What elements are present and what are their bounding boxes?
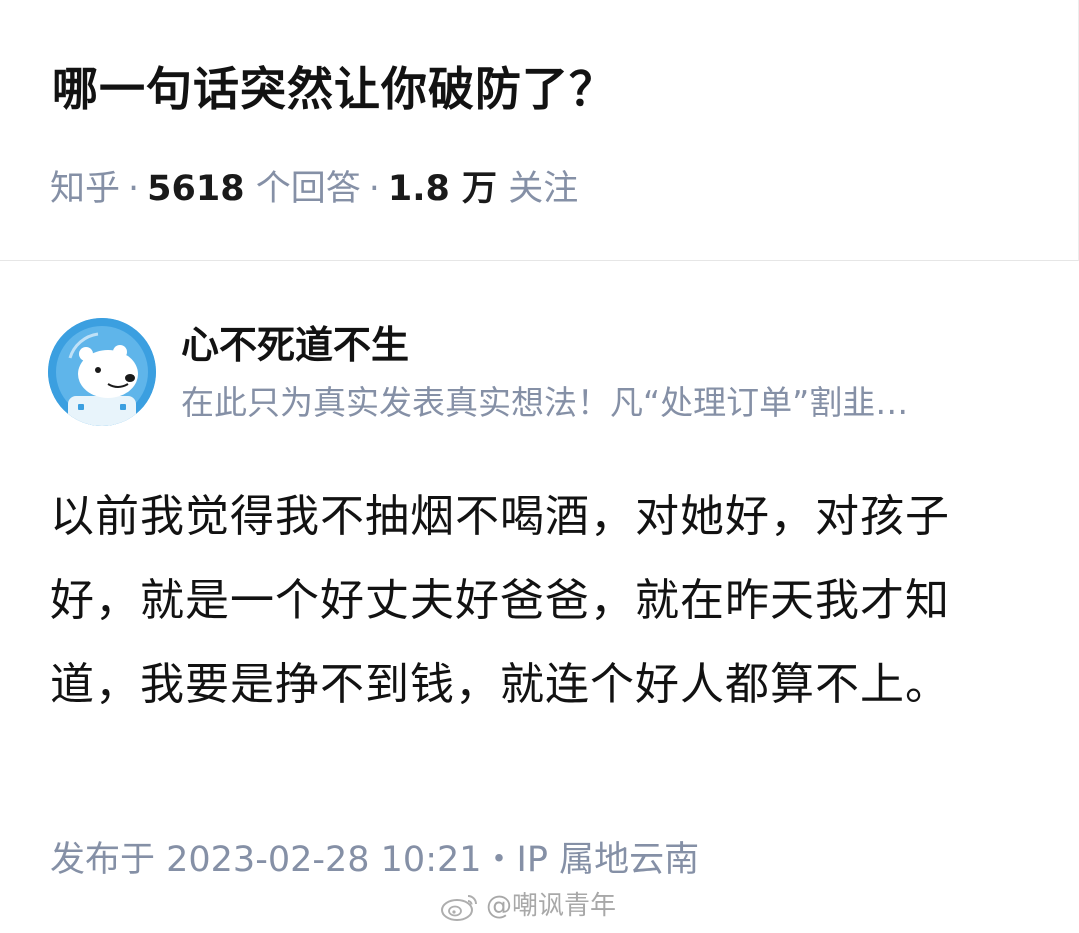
meta-separator: · xyxy=(128,169,140,209)
answer-card: 心不死道不生 在此只为真实发表真实想法！凡“处理订单”割韭… 以前我觉得我不抽烟… xyxy=(0,262,1079,933)
watermark: @嘲讽青年 xyxy=(440,888,616,924)
watermark-text: @嘲讽青年 xyxy=(486,891,617,921)
question-title[interactable]: 哪一句话突然让你破防了？ xyxy=(52,54,616,124)
publish-info: 发布于 2023-02-28 10:21・IP 属地云南 xyxy=(50,840,700,880)
follow-count: 1.8 万 xyxy=(387,169,498,209)
weibo-logo-icon xyxy=(441,895,477,921)
answer-content: 以前我觉得我不抽烟不喝酒，对她好，对孩子好，就是一个好丈夫好爸爸，就在昨天我才知… xyxy=(50,491,950,710)
question-card[interactable]: 哪一句话突然让你破防了？ 知乎 · 5618 个回答 · 1.8 万 关注 xyxy=(0,0,1079,261)
polar-bear-avatar-icon[interactable] xyxy=(48,318,156,426)
author-name[interactable]: 心不死道不生 xyxy=(181,318,409,372)
author-bio: 在此只为真实发表真实想法！凡“处理订单”割韭… xyxy=(181,383,909,422)
follow-label: 关注 xyxy=(508,169,579,209)
meta-separator: · xyxy=(368,169,380,209)
avatar-graphic xyxy=(48,318,156,426)
answer-count: 5618 xyxy=(147,169,245,209)
source-label: 知乎 xyxy=(50,169,121,209)
answer-count-label: 个回答 xyxy=(255,169,361,209)
question-meta: 知乎 · 5618 个回答 · 1.8 万 关注 xyxy=(50,164,578,214)
author-row[interactable]: 心不死道不生 在此只为真实发表真实想法！凡“处理订单”割韭… xyxy=(48,318,1048,428)
